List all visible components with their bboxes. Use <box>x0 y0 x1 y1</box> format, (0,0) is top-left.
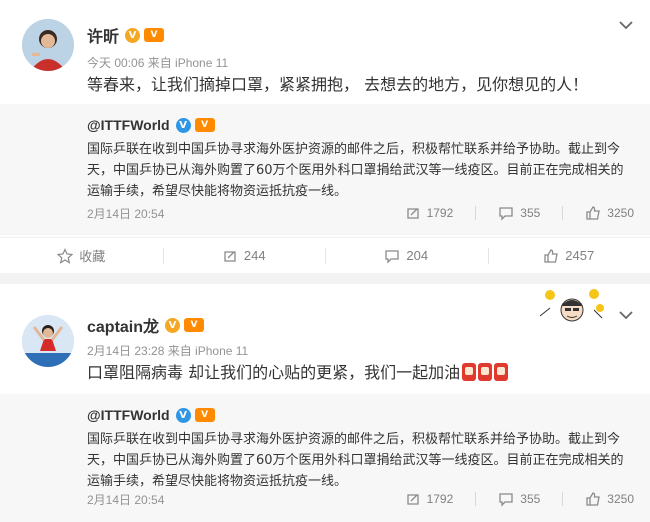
comment-count-value: 355 <box>520 492 541 506</box>
like-count[interactable]: 3250 <box>585 491 634 507</box>
mask-emoji-icon <box>494 363 509 381</box>
repost-count[interactable]: 1792 <box>405 491 454 507</box>
comment-icon <box>499 493 513 507</box>
repost-box[interactable]: @ITTFWorld V V 国际乒联在收到中国乒协寻求海外医护资源的邮件之后，… <box>0 394 650 522</box>
divider <box>562 492 564 506</box>
vip-badge-icon: V <box>194 118 215 132</box>
username[interactable]: captain龙 <box>87 313 159 337</box>
favorite-label: 收藏 <box>79 249 106 264</box>
mask-emoji-icon <box>462 363 477 381</box>
post-action-bar: 收藏 244 204 2457 <box>0 237 650 273</box>
repost-author-row: @ITTFWorld V V <box>87 405 215 425</box>
repost-button[interactable]: 244 <box>162 238 326 273</box>
share-icon <box>224 250 236 262</box>
divider <box>475 492 477 506</box>
repost-text: 国际乒联在收到中国乒协寻求海外医护资源的邮件之后，积极帮忙联系并给予协助。截止到… <box>87 142 624 199</box>
like-count-value: 3250 <box>607 492 634 506</box>
repost-date[interactable]: 2月14日 20:54 <box>87 205 164 222</box>
repost-footer: 2月14日 20:54 1792 355 3250 <box>87 202 634 224</box>
comment-count[interactable]: 355 <box>498 205 540 221</box>
vip-badge-icon: V <box>184 318 205 332</box>
gold-verified-v-icon: V <box>125 27 141 43</box>
chevron-down-icon[interactable] <box>618 310 634 320</box>
post-text: 等春来，让我们摘掉口罩，紧紧拥抱， 去想去的地方，见你想见的人！ <box>87 75 589 94</box>
repost-author[interactable]: @ITTFWorld <box>87 117 170 133</box>
mask-emoji-icon <box>478 363 493 381</box>
repost-box[interactable]: @ITTFWorld V V 国际乒联在收到中国乒协寻求海外医护资源的邮件之后，… <box>0 104 650 235</box>
post-meta: 2月14日 23:28 来自 iPhone 11 <box>87 344 249 358</box>
repost-footer: 2月14日 20:54 1792 355 3250 <box>87 488 634 510</box>
like-count-value: 3250 <box>607 206 634 220</box>
repost-author-row: @ITTFWorld V V <box>87 115 215 135</box>
vip-badge-icon: V <box>144 28 165 42</box>
comment-icon <box>385 249 400 264</box>
repost-stats: 1792 355 3250 <box>405 491 634 507</box>
repost-date[interactable]: 2月14日 20:54 <box>87 491 164 508</box>
comment-count-value: 355 <box>520 206 541 220</box>
divider <box>562 206 564 220</box>
blue-verified-v-icon: V <box>175 407 191 423</box>
share-icon <box>406 208 419 219</box>
user-name-row: captain龙 V V <box>87 313 205 337</box>
repost-text: 国际乒联在收到中国乒协寻求海外医护资源的邮件之后，积极帮忙联系并给予协助。截止到… <box>87 432 624 489</box>
comment-button[interactable]: 204 <box>325 238 488 273</box>
weibo-post-card: 许昕 V V 今天 00:06 来自 iPhone 11 等春来，让我们摘掉口罩… <box>0 0 650 273</box>
user-name-row: 许昕 V V <box>87 23 165 47</box>
divider <box>475 206 477 220</box>
gold-verified-v-icon: V <box>165 317 181 333</box>
weibo-post-card: captain龙 V V 2月14日 23:28 来自 iPhone 11 口罩… <box>0 284 650 522</box>
comment-button-count: 204 <box>406 248 429 263</box>
like-count[interactable]: 3250 <box>585 205 634 221</box>
favorite-button[interactable]: 收藏 <box>0 238 163 273</box>
avatar[interactable] <box>22 19 74 71</box>
repost-count[interactable]: 1792 <box>405 205 454 221</box>
repost-count-value: 1792 <box>426 492 454 506</box>
repost-count-value: 1792 <box>426 206 454 220</box>
thumbs-up-icon <box>586 492 601 506</box>
thumbs-up-icon <box>544 248 559 263</box>
avatar[interactable] <box>22 315 74 367</box>
cartoon-sticker-icon <box>539 289 604 322</box>
chevron-down-icon[interactable] <box>618 20 634 30</box>
repost-stats: 1792 355 3250 <box>405 205 634 221</box>
like-button[interactable]: 2457 <box>487 238 650 273</box>
comment-count[interactable]: 355 <box>498 491 540 507</box>
thumbs-up-icon <box>586 206 601 220</box>
post-text-body: 口罩阻隔病毒 却让我们的心贴的更紧，我们一起加油 <box>87 363 461 382</box>
username[interactable]: 许昕 <box>87 23 119 47</box>
star-icon <box>57 247 74 264</box>
comment-icon <box>499 207 513 221</box>
vip-badge-icon: V <box>194 408 215 422</box>
post-text: 口罩阻隔病毒 却让我们的心贴的更紧，我们一起加油 <box>87 361 630 385</box>
share-icon <box>406 494 419 505</box>
repost-author[interactable]: @ITTFWorld <box>87 407 170 423</box>
like-button-count: 2457 <box>565 248 595 263</box>
repost-button-count: 244 <box>243 248 266 263</box>
post-meta: 今天 00:06 来自 iPhone 11 <box>87 56 229 70</box>
blue-verified-v-icon: V <box>175 117 191 133</box>
